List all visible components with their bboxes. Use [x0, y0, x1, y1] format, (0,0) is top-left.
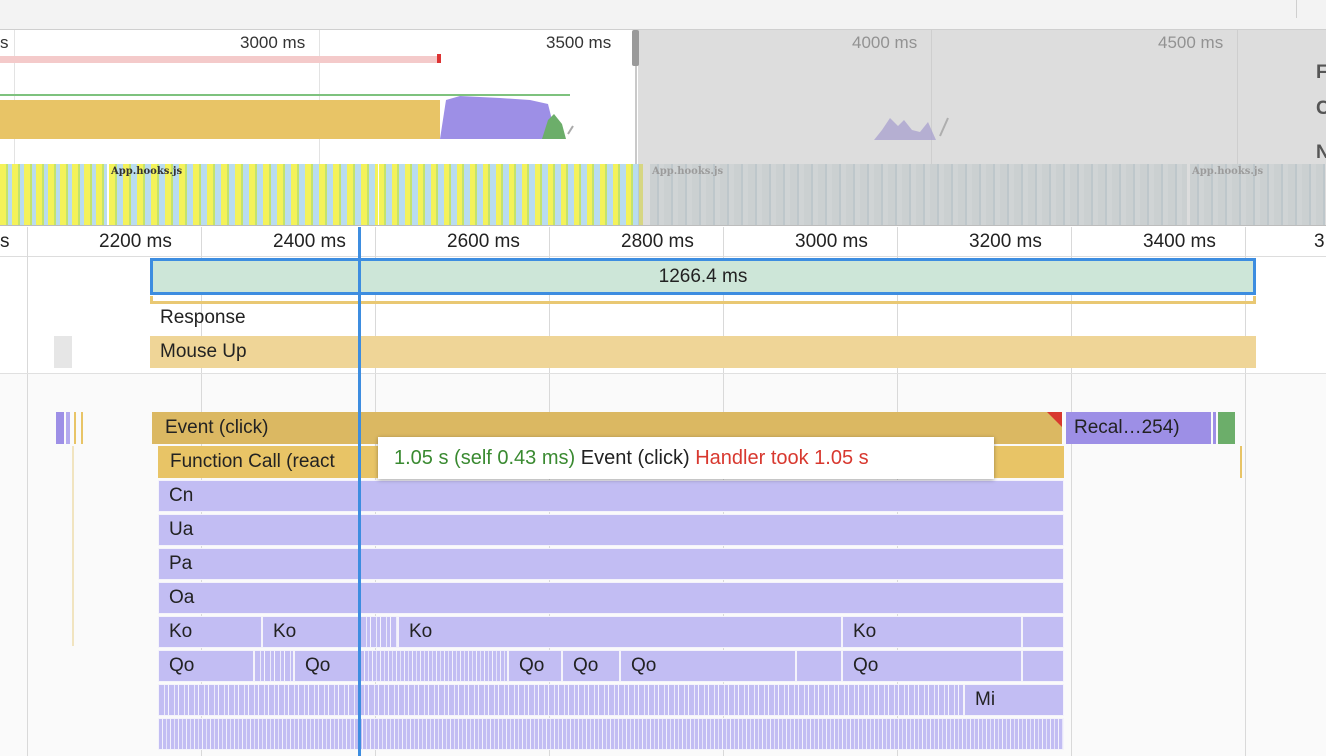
- fps-warning-mark: [437, 54, 441, 63]
- ruler-tick-label: 3: [1314, 231, 1325, 252]
- gridline: [1071, 227, 1072, 756]
- gridline: [1245, 227, 1246, 756]
- overview-track-label-cpu: C: [1316, 98, 1326, 120]
- flame-frame-mi[interactable]: Mi: [964, 684, 1064, 716]
- frame-label: Qo: [573, 655, 599, 676]
- screenshot-thumbnail[interactable]: [379, 164, 644, 225]
- interaction-duration-bar[interactable]: 1266.4 ms: [150, 258, 1256, 295]
- flame-frame-qo[interactable]: Qo: [562, 650, 620, 682]
- frame-label: Pa: [169, 553, 193, 574]
- idle-block[interactable]: [54, 336, 72, 368]
- flame-frame[interactable]: [254, 650, 294, 682]
- flame-frame-cn[interactable]: Cn: [158, 480, 1064, 512]
- recalc-style-label: Recal…254): [1074, 417, 1180, 438]
- frame-label: Qo: [305, 655, 331, 676]
- flame-frame-dense[interactable]: [158, 718, 1064, 750]
- fps-bar: [0, 56, 440, 63]
- flame-frame-pa[interactable]: Pa: [158, 548, 1064, 580]
- interaction-bracket: [150, 296, 1256, 304]
- top-toolbar: [0, 0, 1326, 30]
- function-call-label: Function Call (react: [170, 451, 335, 472]
- overview-track-label-fps: F: [1316, 62, 1326, 84]
- overview-unselected-region: [638, 30, 1326, 225]
- flame-frame[interactable]: [360, 616, 398, 648]
- task-mark[interactable]: [81, 412, 83, 444]
- thumbnail-label: App.hooks.js: [111, 166, 183, 177]
- flame-frame[interactable]: [1022, 650, 1064, 682]
- task-mark[interactable]: [74, 412, 76, 444]
- frame-label: Ko: [409, 621, 433, 642]
- flame-frame-ko[interactable]: Ko: [158, 616, 262, 648]
- toolbar-corner: [1296, 0, 1326, 18]
- screenshot-thumbnail[interactable]: App.hooks.js: [109, 164, 379, 225]
- frame-label: Ko: [853, 621, 877, 642]
- gridline: [27, 227, 28, 756]
- flame-frame-ko[interactable]: Ko: [398, 616, 842, 648]
- flame-frame-ua[interactable]: Ua: [158, 514, 1064, 546]
- flame-frame[interactable]: [1022, 616, 1064, 648]
- flame-frame-qo[interactable]: Qo: [842, 650, 1022, 682]
- frame-label: Qo: [631, 655, 657, 676]
- overview-window-handle[interactable]: [632, 30, 639, 66]
- response-label: Response: [160, 307, 246, 328]
- flame-frame[interactable]: [796, 650, 842, 682]
- task-mark[interactable]: [66, 412, 70, 444]
- ruler-tick-label: 3400 ms: [1143, 231, 1216, 252]
- cpu-activity-graph: [440, 96, 574, 139]
- overview-track-label-net: N: [1316, 142, 1326, 164]
- frame-label: Ko: [169, 621, 193, 642]
- flame-frame-oa[interactable]: Oa: [158, 582, 1064, 614]
- overview-tick-label: 3500 ms: [546, 33, 612, 52]
- overview-tick-label: 3000 ms: [240, 33, 306, 52]
- ruler-tick-label: 2600 ms: [447, 231, 520, 252]
- task-mark[interactable]: [56, 412, 64, 444]
- tooltip-event-name: Event (click): [580, 447, 690, 469]
- tooltip-warning: Handler took 1.05 s: [695, 447, 869, 469]
- ruler-tick-label: 2800 ms: [621, 231, 694, 252]
- section-divider: [0, 373, 1326, 374]
- flame-frame-ko[interactable]: Ko: [842, 616, 1022, 648]
- overview-gridline: [319, 30, 320, 164]
- flame-frame-ko[interactable]: Ko: [262, 616, 360, 648]
- time-cursor[interactable]: [358, 227, 361, 756]
- overview-gridline: [14, 30, 15, 164]
- ruler-tick-label: 3200 ms: [969, 231, 1042, 252]
- flame-frame-qo[interactable]: Qo: [508, 650, 562, 682]
- flame-frame-qo[interactable]: Qo: [620, 650, 796, 682]
- frame-label: Ua: [169, 519, 194, 540]
- timeline-overview[interactable]: s 3000 ms 3500 ms 4000 ms 4500 ms App.ho…: [0, 30, 1326, 226]
- tooltip-duration: 1.05 s (self 0.43 ms): [394, 447, 576, 469]
- interaction-duration-label: 1266.4 ms: [658, 266, 748, 287]
- frame-label: Mi: [975, 689, 996, 710]
- task-mark[interactable]: [1240, 446, 1242, 478]
- frame-label: Qo: [853, 655, 879, 676]
- task-mark: [72, 446, 74, 646]
- frame-label: Oa: [169, 587, 195, 608]
- frame-label: Ko: [273, 621, 297, 642]
- time-ruler[interactable]: s 2200 ms 2400 ms 2600 ms 2800 ms 3000 m…: [0, 227, 1326, 257]
- flame-frame-dense[interactable]: [158, 684, 964, 716]
- overview-tick-label: s: [0, 33, 9, 52]
- flame-frame[interactable]: [360, 650, 508, 682]
- frame-label: Qo: [169, 655, 195, 676]
- flame-frame-qo[interactable]: Qo: [158, 650, 254, 682]
- frame-label: Cn: [169, 485, 194, 506]
- screenshot-thumbnail[interactable]: [0, 164, 108, 225]
- ruler-tick-label: s: [0, 231, 10, 252]
- long-task-warning-icon: [1047, 412, 1062, 427]
- recalc-style-bar[interactable]: Recal…254): [1066, 412, 1211, 444]
- mouse-up-bar[interactable]: Mouse Up: [150, 336, 1256, 368]
- event-click-label: Event (click): [165, 417, 269, 438]
- frame-label: Qo: [519, 655, 545, 676]
- event-tooltip: 1.05 s (self 0.43 ms) Event (click) Hand…: [378, 437, 994, 479]
- ruler-tick-label: 2200 ms: [99, 231, 172, 252]
- cpu-scripting-area: [0, 100, 440, 139]
- ruler-tick-label: 2400 ms: [273, 231, 346, 252]
- task-mark[interactable]: [1213, 412, 1216, 444]
- mouse-up-label: Mouse Up: [160, 341, 247, 362]
- ruler-tick-label: 3000 ms: [795, 231, 868, 252]
- paint-bar[interactable]: [1218, 412, 1235, 444]
- flame-frame-qo[interactable]: Qo: [294, 650, 360, 682]
